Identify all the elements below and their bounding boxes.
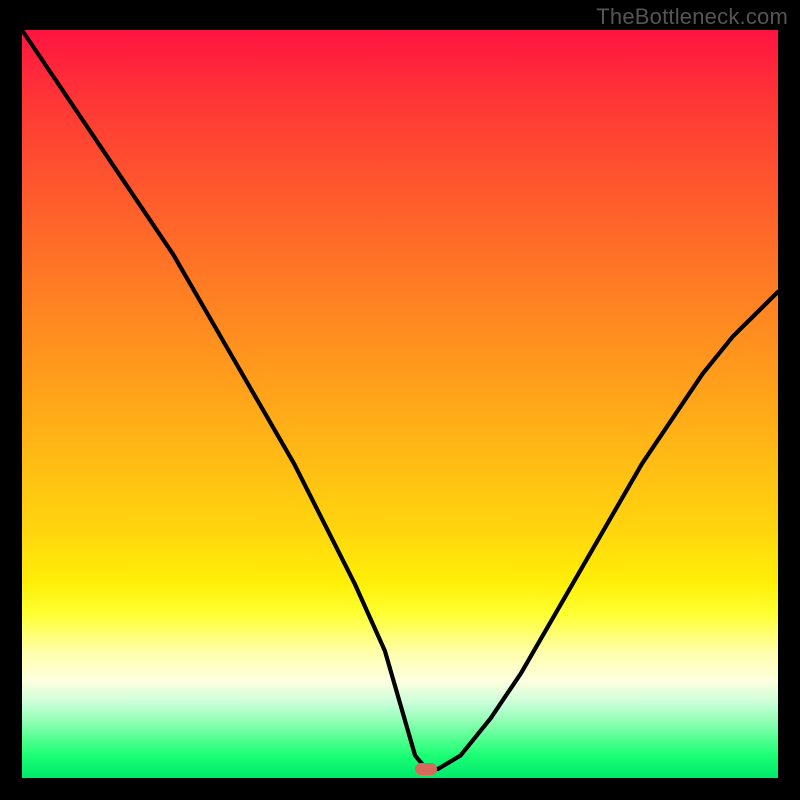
chart-frame: TheBottleneck.com [0, 0, 800, 800]
optimal-point-marker [415, 763, 437, 775]
bottleneck-curve [22, 30, 778, 778]
watermark-text: TheBottleneck.com [596, 4, 788, 30]
plot-area [22, 30, 778, 778]
